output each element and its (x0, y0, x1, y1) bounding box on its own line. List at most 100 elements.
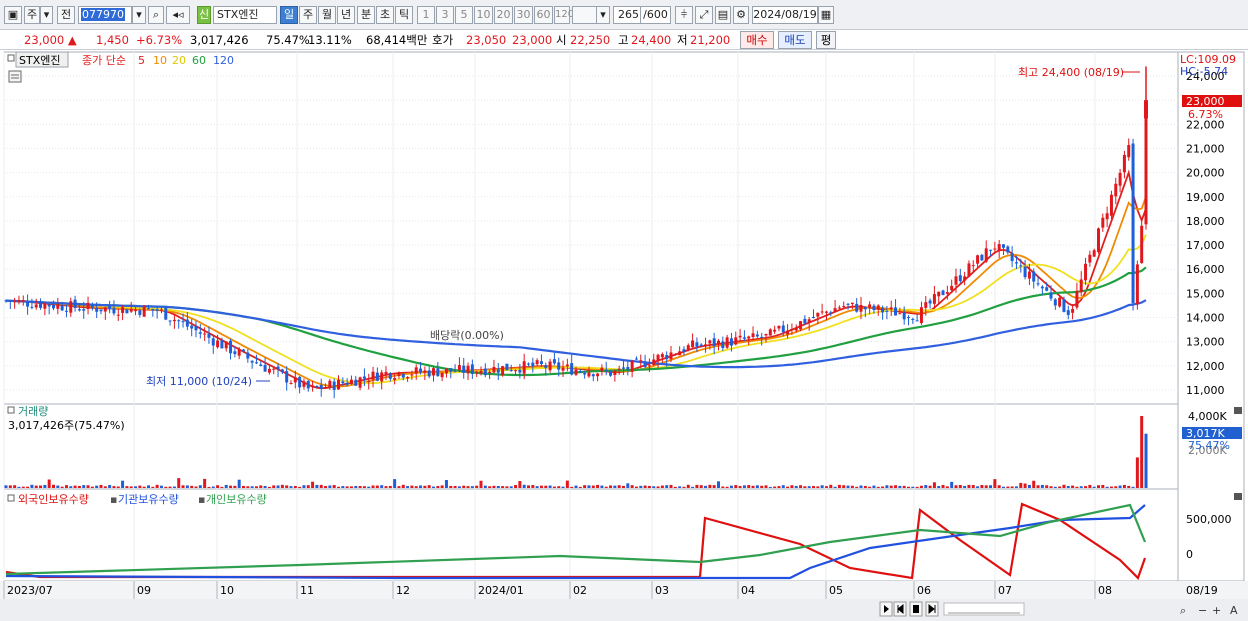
candle-body (1036, 283, 1040, 285)
holding-close-icon[interactable] (1234, 493, 1242, 500)
period-tick-button[interactable]: 틱 (395, 6, 413, 24)
candle-body (436, 368, 440, 377)
calendar-icon[interactable]: ▦ (818, 6, 834, 24)
candle-body (168, 320, 172, 322)
candle-body (155, 309, 159, 311)
volume-bar (734, 485, 738, 488)
price-panel[interactable] (3, 51, 1179, 405)
candle-body (958, 275, 962, 282)
volume-bar (462, 485, 466, 488)
candle-body (444, 368, 448, 374)
volume-bar (578, 486, 582, 488)
legend-ma5: 5 (138, 54, 145, 67)
period-week-button[interactable]: 주 (299, 6, 317, 24)
volume-bar (907, 486, 910, 488)
volume-bar (259, 485, 263, 488)
period-second-button[interactable]: 초 (376, 6, 394, 24)
draw-tool-icon[interactable]: ⤢ (695, 6, 713, 24)
interval-60-button[interactable]: 60 (534, 6, 553, 24)
candle-body (868, 304, 872, 308)
candle-body (945, 292, 949, 294)
candle-body (177, 320, 181, 322)
interval-30-button[interactable]: 30 (514, 6, 533, 24)
candle-body (229, 340, 233, 354)
x-axis-label: 04 (741, 584, 755, 597)
volume-bar (868, 486, 872, 488)
unit-select[interactable]: 주 (24, 6, 40, 24)
candle-body (263, 364, 267, 372)
period-month-button[interactable]: 월 (318, 6, 336, 24)
candle-body (470, 364, 474, 374)
high-price: 24,400 (631, 33, 672, 47)
candle-body (604, 369, 608, 371)
code-dropdown-icon[interactable]: ▾ (132, 6, 146, 24)
interval-20-button[interactable]: 20 (494, 6, 513, 24)
candle-body (1006, 246, 1010, 253)
speaker-icon[interactable]: ◂◃ (166, 6, 190, 24)
volume-bar (591, 485, 595, 488)
volume-bar (807, 486, 811, 488)
volume-panel[interactable] (3, 403, 1179, 490)
period-year-button[interactable]: 년 (337, 6, 355, 24)
candle-body (298, 376, 302, 388)
volume-bar (622, 485, 625, 488)
volume-bar (242, 485, 245, 488)
sell-button[interactable]: 매도 (778, 31, 812, 49)
x-axis-label: 11 (300, 584, 314, 597)
volume-bar (531, 485, 535, 488)
candle-body (401, 373, 405, 378)
volume-bar (570, 486, 574, 488)
period-day-button[interactable]: 일 (280, 6, 298, 24)
buy-button[interactable]: 매수 (740, 31, 774, 49)
interval-120-button[interactable]: 120 (554, 6, 574, 24)
save-icon[interactable]: ▤ (715, 6, 731, 24)
stock-chart[interactable]: 24,00023,00022,00021,00020,00019,00018,0… (0, 50, 1248, 621)
volume-close-icon[interactable] (1234, 407, 1242, 414)
interval-10-button[interactable]: 10 (474, 6, 493, 24)
candle-body (833, 308, 837, 312)
candle-body (686, 345, 690, 351)
stock-name-field[interactable]: STX엔진 (213, 6, 277, 24)
stock-code-input[interactable]: 077970 (78, 6, 132, 24)
candle-body (531, 362, 535, 367)
volume-bar (881, 486, 885, 488)
count-input[interactable]: 265 (613, 6, 641, 24)
date-input[interactable]: 2024/08/19 (752, 6, 818, 24)
candle-body (872, 305, 876, 310)
volume-bar (371, 485, 375, 488)
candle-body (216, 340, 220, 348)
volume-bar (660, 485, 664, 488)
candle-body (1002, 244, 1005, 248)
candle-body (108, 305, 112, 310)
volume-bar (799, 485, 803, 488)
volume-bar (561, 486, 565, 488)
period-minute-button[interactable]: 분 (357, 6, 375, 24)
volume-bar (419, 485, 423, 488)
candle-body (630, 360, 634, 372)
chevron-down-icon[interactable]: ▾ (40, 6, 53, 24)
candle-body (362, 376, 366, 379)
candle-body (1127, 144, 1131, 158)
candle-type-icon[interactable]: ⫩ (675, 6, 693, 24)
interval-3-button[interactable]: 3 (436, 6, 454, 24)
eval-button[interactable]: 평 (816, 31, 836, 49)
prev-button[interactable]: 전 (57, 6, 75, 24)
candle-body (492, 366, 496, 373)
open-label: 시 (556, 33, 567, 47)
interval-1-button[interactable]: 1 (417, 6, 435, 24)
gear-icon[interactable]: ⚙ (733, 6, 749, 24)
search-icon[interactable]: ⌕ (148, 6, 164, 24)
interval-dropdown-icon[interactable]: ▾ (596, 6, 610, 24)
table-view-icon[interactable] (8, 70, 22, 83)
open-price: 22,250 (570, 33, 611, 47)
volume-bar (194, 486, 198, 488)
volume-bar (134, 486, 138, 488)
volume-bar (842, 485, 846, 488)
volume-tick-top: 4,000K (1188, 410, 1227, 423)
window-menu-icon[interactable]: ▣ (4, 6, 22, 24)
candle-body (1049, 292, 1053, 299)
candle-body (198, 332, 202, 334)
volume-bar (1071, 485, 1075, 488)
interval-5-button[interactable]: 5 (455, 6, 473, 24)
candle-body (375, 372, 379, 381)
